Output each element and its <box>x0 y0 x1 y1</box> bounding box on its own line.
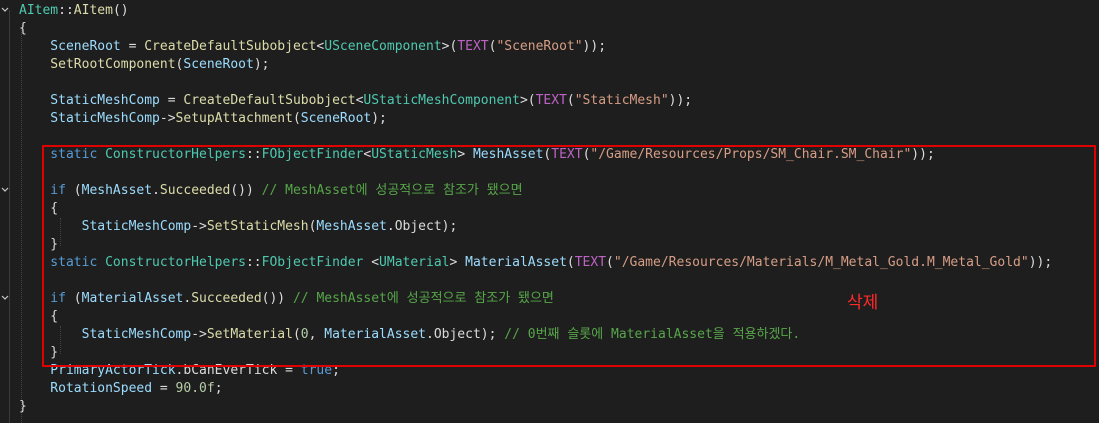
code-token: >( <box>441 39 458 54</box>
code-token: USceneComponent <box>324 39 442 54</box>
code-token: )); <box>582 39 607 54</box>
code-token: >( <box>519 93 536 108</box>
code-editor[interactable]: AItem::AItem(){ SceneRoot = CreateDefaul… <box>0 0 1099 423</box>
fold-chevron-icon[interactable] <box>0 293 10 303</box>
code-token: )); <box>668 93 693 108</box>
code-token: } <box>19 399 27 414</box>
code-line[interactable]: StaticMeshComp->SetupAttachment(SceneRoo… <box>19 110 387 128</box>
code-token: -> <box>159 111 176 126</box>
code-line[interactable]: SceneRoot = CreateDefaultSubobject<UScen… <box>19 38 606 56</box>
code-token: = <box>152 381 176 396</box>
code-token: 90.0f <box>175 381 215 396</box>
code-token: ( <box>292 111 301 126</box>
code-token: SceneRoot <box>300 111 372 126</box>
code-token: AItem <box>73 3 113 18</box>
code-token: UStaticMeshComponent <box>363 93 520 108</box>
code-token: ( <box>566 93 575 108</box>
code-token: ); <box>371 111 387 126</box>
code-token: StaticMeshComp <box>19 93 160 108</box>
code-token: CreateDefaultSubobject <box>183 93 356 108</box>
code-line[interactable]: AItem::AItem() <box>19 2 129 20</box>
code-line[interactable]: StaticMeshComp = CreateDefaultSubobject<… <box>19 92 692 110</box>
delete-annotation: 삭제 <box>847 293 879 313</box>
code-token: StaticMeshComp <box>19 111 160 126</box>
code-token: SetupAttachment <box>175 111 293 126</box>
code-token: SceneRoot <box>19 39 121 54</box>
code-token: ; <box>214 381 223 396</box>
highlight-box <box>42 145 1096 367</box>
code-token: :: <box>58 3 74 18</box>
code-token: SetRootComponent <box>19 57 176 72</box>
code-token: = <box>159 93 184 108</box>
code-token: "StaticMesh" <box>574 93 669 108</box>
code-token: TEXT <box>535 93 567 108</box>
code-token: ); <box>253 57 270 72</box>
code-token: SceneRoot <box>183 57 254 72</box>
fold-gutter-line <box>9 10 10 423</box>
fold-chevron-icon[interactable] <box>0 185 10 195</box>
code-line[interactable]: SetRootComponent(SceneRoot); <box>19 56 269 74</box>
code-token: RotationSpeed <box>19 381 153 396</box>
code-token: = <box>120 39 145 54</box>
code-token: CreateDefaultSubobject <box>144 39 317 54</box>
code-token: AItem <box>19 3 59 18</box>
code-token: "SceneRoot" <box>496 39 583 54</box>
code-token: TEXT <box>457 39 489 54</box>
fold-chevron-icon[interactable] <box>0 5 10 15</box>
code-line[interactable]: } <box>19 398 27 416</box>
code-line[interactable]: RotationSpeed = 90.0f; <box>19 380 223 398</box>
code-token: () <box>112 3 129 18</box>
code-token: { <box>19 21 27 36</box>
code-line[interactable]: { <box>19 20 27 38</box>
